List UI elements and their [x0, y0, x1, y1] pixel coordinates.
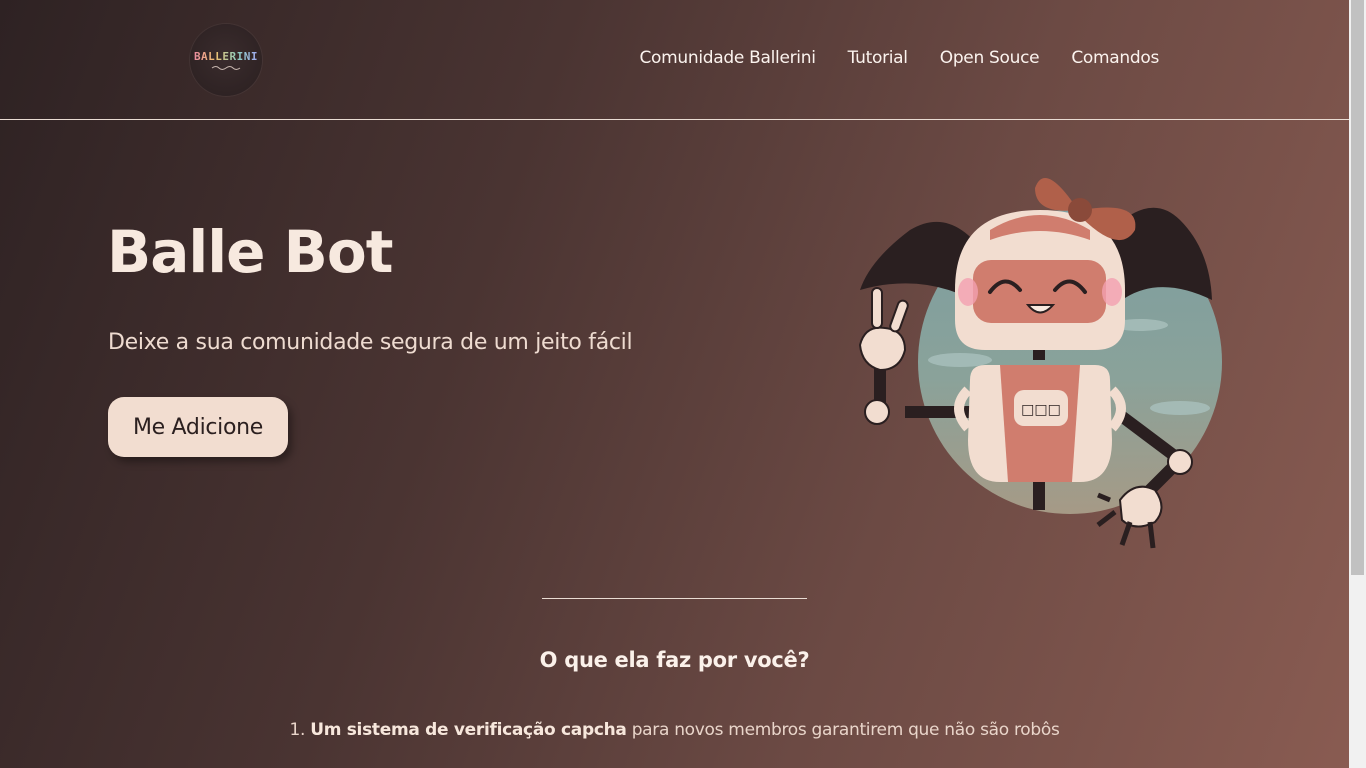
robot-mascot-illustration: □□□: [858, 177, 1222, 549]
hero-subtitle: Deixe a sua comunidade segura de um jeit…: [108, 330, 633, 355]
logo-squiggle-icon: [211, 65, 241, 70]
nav-comandos[interactable]: Comandos: [1071, 48, 1159, 68]
ballerini-logo[interactable]: BALLERINI: [190, 24, 262, 96]
nav-comunidade-ballerini[interactable]: Comunidade Ballerini: [639, 48, 815, 68]
hero-title: Balle Bot: [107, 218, 393, 286]
nav-open-source[interactable]: Open Souce: [940, 48, 1040, 68]
scrollbar-thumb[interactable]: [1351, 0, 1364, 575]
robot-screen-glyphs: □□□: [1021, 402, 1061, 418]
feature-number: 1.: [289, 720, 306, 740]
section-divider: [542, 598, 807, 599]
main-nav: Comunidade Ballerini Tutorial Open Souce…: [639, 48, 1159, 68]
logo-text: BALLERINI: [193, 49, 259, 63]
feature-description: para novos membros garantirem que não sã…: [631, 720, 1060, 740]
nav-tutorial[interactable]: Tutorial: [848, 48, 908, 68]
page: BALLERINI Comunidade Ballerini Tutorial …: [0, 0, 1349, 768]
feature-item: 1. Um sistema de verificação capcha para…: [0, 720, 1349, 740]
features-title: O que ela faz por você?: [539, 648, 810, 672]
site-header: BALLERINI Comunidade Ballerini Tutorial …: [0, 0, 1349, 120]
feature-highlight: Um sistema de verificação capcha: [310, 720, 627, 740]
add-bot-button[interactable]: Me Adicione: [108, 397, 288, 457]
